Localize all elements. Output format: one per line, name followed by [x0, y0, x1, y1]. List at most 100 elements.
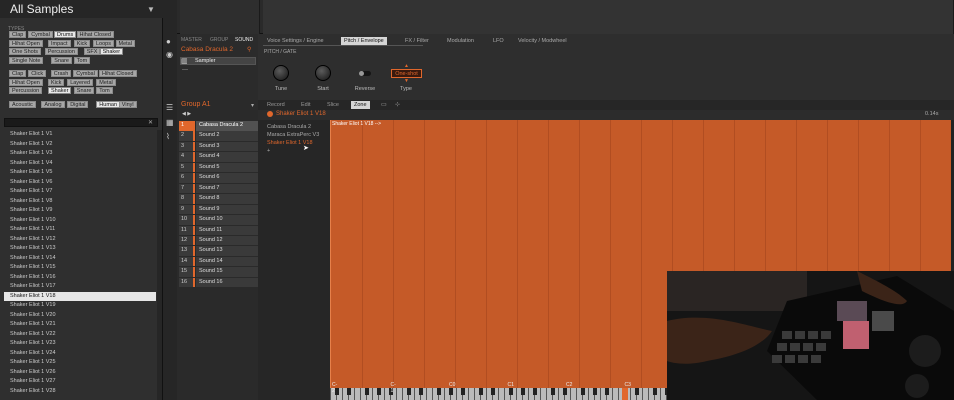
tag-chip[interactable]: Snare	[51, 56, 72, 64]
sample-item[interactable]: Cabasa Dracula 2	[267, 124, 311, 130]
tag-chip[interactable]: Metal	[96, 78, 116, 86]
tag-chip[interactable]: Hihat Closed	[76, 31, 114, 38]
tag-chip[interactable]: Acoustic	[9, 101, 36, 108]
list-item[interactable]: Shaker Eliot 1 V1	[4, 130, 156, 140]
plug-icon[interactable]: ●	[166, 37, 171, 46]
plugin-icon[interactable]: ⚲	[247, 46, 251, 53]
list-item[interactable]: Shaker Eliot 1 V3	[4, 149, 156, 159]
black-key[interactable]	[509, 388, 513, 395]
grid-icon[interactable]: ▦	[166, 118, 174, 127]
group-title[interactable]: Group A1	[181, 101, 211, 108]
tag-chip[interactable]: Crash	[50, 70, 72, 77]
tag-chip[interactable]: Cymbal	[28, 31, 53, 38]
tag-chip[interactable]: Shaker	[99, 48, 124, 56]
tab-velocity-modwheel[interactable]: Velocity / Modwheel	[518, 37, 567, 45]
black-key[interactable]	[407, 388, 411, 395]
arrow-down-icon[interactable]: ▼	[404, 78, 409, 84]
list-item[interactable]: Shaker Eliot 1 V5	[4, 168, 156, 178]
tag-chip[interactable]: Hihat Closed	[99, 70, 137, 77]
sound-slot[interactable]: 11 Sound 11	[179, 225, 258, 237]
tag-chip[interactable]: SFX	[83, 48, 101, 56]
tab-record[interactable]: Record	[267, 101, 285, 109]
tag-chip[interactable]: Digital	[67, 101, 89, 108]
tag-chip[interactable]: Clap	[9, 70, 27, 77]
fx-icon[interactable]: ◉	[166, 50, 173, 59]
wave-icon[interactable]: ⌇	[166, 132, 170, 141]
tag-chip[interactable]: Click	[28, 70, 47, 77]
list-item[interactable]: Shaker Eliot 1 V2	[4, 140, 156, 150]
black-key[interactable]	[461, 388, 465, 395]
results-scrollbar[interactable]	[157, 130, 162, 400]
sound-slot[interactable]: 15 Sound 15	[179, 267, 258, 278]
start-knob[interactable]	[315, 65, 331, 81]
tag-chip[interactable]: Tom	[73, 56, 91, 64]
tag-chip[interactable]: Analog	[41, 101, 65, 108]
sample-item[interactable]: Maraca ExtraPerc V3	[267, 132, 319, 138]
tag-chip[interactable]: Metal	[115, 39, 135, 47]
play-icon[interactable]	[267, 111, 273, 117]
chevron-down-icon[interactable]: ▾	[251, 102, 254, 109]
tag-chip[interactable]: Impact	[48, 39, 71, 47]
list-item[interactable]: Shaker Eliot 1 V12	[4, 235, 156, 245]
tab-zone[interactable]: Zone	[351, 101, 370, 109]
black-key[interactable]	[581, 388, 585, 395]
list-item[interactable]: Shaker Eliot 1 V22	[4, 330, 156, 340]
black-key[interactable]	[419, 388, 423, 395]
black-key[interactable]	[551, 388, 555, 395]
root-key[interactable]	[622, 388, 628, 400]
search-input[interactable]	[4, 118, 158, 127]
list-item[interactable]: Shaker Eliot 1 V19	[4, 301, 156, 311]
tab-group[interactable]: GROUP	[210, 37, 228, 43]
type-selector[interactable]: One-shot	[391, 69, 422, 78]
add-sample-button[interactable]: +	[267, 148, 270, 154]
list-item[interactable]: Shaker Eliot 1 V21	[4, 320, 156, 330]
black-key[interactable]	[449, 388, 453, 395]
sound-slot[interactable]: 12 Sound 12	[179, 235, 258, 247]
black-key[interactable]	[593, 388, 597, 395]
tag-chip[interactable]: Layered	[67, 78, 94, 86]
tag-chip[interactable]: Hihat Open	[9, 78, 43, 86]
tab-edit[interactable]: Edit	[301, 101, 310, 109]
tag-chip[interactable]: Percussion	[44, 48, 78, 56]
list-item[interactable]: Shaker Eliot 1 V7	[4, 187, 156, 197]
tag-chip[interactable]: Percussion	[9, 87, 43, 95]
list-item[interactable]: Shaker Eliot 1 V11	[4, 225, 156, 235]
list-item[interactable]: Shaker Eliot 1 V25	[4, 358, 156, 368]
black-key[interactable]	[479, 388, 483, 395]
black-key[interactable]	[533, 388, 537, 395]
list-item[interactable]: Shaker Eliot 1 V9	[4, 206, 156, 216]
sound-slot[interactable]: 1 Cabasa Dracula 2	[179, 121, 258, 132]
list-item[interactable]: Shaker Eliot 1 V6	[4, 178, 156, 188]
sound-slot[interactable]: 9 Sound 9	[179, 204, 258, 216]
black-key[interactable]	[653, 388, 657, 395]
list-item[interactable]: Shaker Eliot 1 V17	[4, 282, 156, 292]
tag-chip[interactable]: Loops	[93, 39, 114, 47]
sound-slot[interactable]: 4 Sound 4	[179, 152, 258, 163]
sound-name[interactable]: Cabasa Dracula 2	[181, 46, 233, 53]
tab-sound[interactable]: SOUND	[235, 37, 253, 43]
sound-slot[interactable]: 3 Sound 3	[179, 141, 258, 153]
tab-voice-settings[interactable]: Voice Settings / Engine	[267, 37, 324, 45]
chevron-down-icon[interactable]: ▼	[147, 5, 155, 14]
close-icon[interactable]: ✕	[148, 119, 153, 126]
tune-knob[interactable]	[273, 65, 289, 81]
black-key[interactable]	[605, 388, 609, 395]
tag-chip[interactable]: Human	[96, 101, 121, 108]
tag-chip[interactable]: Clap	[9, 31, 27, 38]
tag-chip[interactable]: Snare	[73, 87, 95, 95]
tag-chip[interactable]: Shaker	[48, 87, 72, 95]
sound-slot[interactable]: 13 Sound 13	[179, 246, 258, 257]
list-item[interactable]: Shaker Eliot 1 V18	[4, 291, 156, 301]
tag-chip[interactable]: One Shots	[9, 48, 41, 56]
tab-fx-filter[interactable]: FX / Filter	[405, 37, 429, 45]
black-key[interactable]	[563, 388, 567, 395]
tag-chip[interactable]: Kick	[73, 39, 91, 47]
black-key[interactable]	[347, 388, 351, 395]
sound-slot[interactable]: 16 Sound 16	[179, 277, 258, 289]
sound-slot[interactable]: 7 Sound 7	[179, 183, 258, 195]
list-item[interactable]: Shaker Eliot 1 V28	[4, 387, 156, 397]
list-item[interactable]: Shaker Eliot 1 V20	[4, 311, 156, 321]
list-icon[interactable]: ☰	[166, 103, 173, 112]
tab-lfo[interactable]: LFO	[493, 37, 504, 45]
list-item[interactable]: Shaker Eliot 1 V10	[4, 216, 156, 226]
